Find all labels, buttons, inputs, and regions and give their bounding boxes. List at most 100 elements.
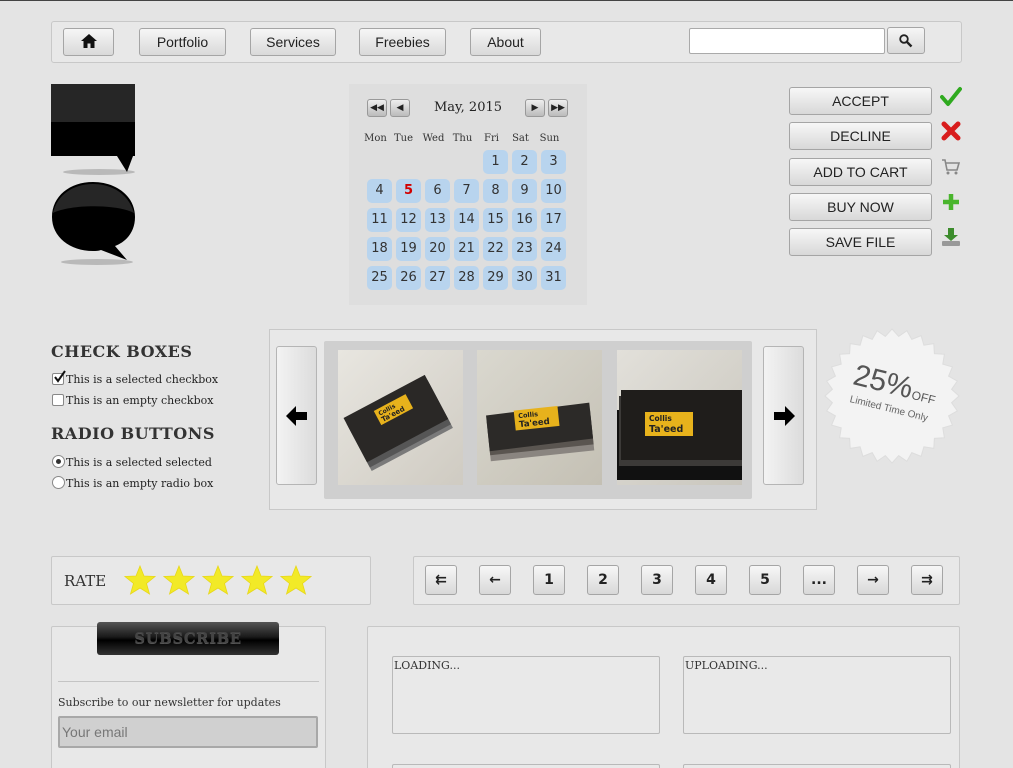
calendar-day[interactable]: 9	[512, 179, 537, 203]
loading-box-secondary	[392, 764, 660, 768]
calendar-day[interactable]: 4	[367, 179, 392, 203]
checkbox-empty-row[interactable]: This is an empty checkbox	[52, 394, 213, 407]
calendar-day[interactable]: 11	[367, 208, 392, 232]
radio-selected[interactable]	[52, 455, 65, 468]
page-4-button[interactable]: 4	[695, 565, 727, 595]
calendar-weekday: Wed	[422, 133, 445, 144]
slide-image-1[interactable]: Collis Ta'eed	[338, 350, 463, 485]
home-button[interactable]	[63, 28, 114, 56]
subscribe-description: Subscribe to our newsletter for updates	[58, 696, 281, 709]
star-icon[interactable]	[241, 564, 273, 596]
nav-freebies[interactable]: Freebies	[359, 28, 446, 56]
calendar-day[interactable]: 10	[541, 179, 566, 203]
calendar-weekday: Thu	[452, 133, 473, 144]
next-page-button[interactable]: →	[857, 565, 889, 595]
calendar-day[interactable]: 18	[367, 237, 392, 261]
prev-month-icon: ◀	[396, 103, 404, 113]
nav-about[interactable]: About	[470, 28, 541, 56]
calendar-day[interactable]: 19	[396, 237, 421, 261]
checkbox-checked[interactable]	[52, 370, 66, 385]
cross-icon	[941, 121, 961, 141]
page-2-button[interactable]: 2	[587, 565, 619, 595]
cart-icon	[942, 159, 961, 175]
slider-prev-button[interactable]	[276, 346, 317, 485]
calendar-month-title: May, 2015	[433, 100, 503, 115]
next-month-button[interactable]: ▶	[525, 99, 545, 117]
checkbox-selected-row[interactable]: This is a selected checkbox	[52, 370, 219, 386]
calendar-day[interactable]: 27	[425, 266, 450, 290]
calendar-day[interactable]: 25	[367, 266, 392, 290]
page-5-button[interactable]: 5	[749, 565, 781, 595]
star-icon[interactable]	[163, 564, 195, 596]
checkbox-selected-label: This is a selected checkbox	[66, 373, 219, 386]
calendar-day[interactable]: 3	[541, 150, 566, 174]
checkbox-unchecked[interactable]	[52, 394, 64, 406]
buy-now-button[interactable]: BUY NOW	[789, 193, 932, 221]
radio-selected-row[interactable]: This is a selected selected	[52, 455, 212, 469]
discount-badge: 25% OFF Limited Time Only	[824, 328, 960, 464]
prev-year-button[interactable]: ◀◀	[367, 99, 387, 117]
page-1-button[interactable]: 1	[533, 565, 565, 595]
calendar-day[interactable]: 12	[396, 208, 421, 232]
subscribe-button[interactable]: SUBSCRIBE	[97, 622, 279, 655]
calendar-day[interactable]: 8	[483, 179, 508, 203]
calendar-day[interactable]: 30	[512, 266, 537, 290]
search-button[interactable]	[887, 27, 925, 54]
last-page-button[interactable]: ⇉	[911, 565, 943, 595]
email-field[interactable]: Your email	[58, 716, 318, 748]
calendar-day[interactable]: 29	[483, 266, 508, 290]
checkmark-icon	[54, 370, 66, 383]
window-top-border	[0, 0, 1013, 1]
calendar-weekday: Mon	[364, 133, 387, 144]
calendar-day[interactable]: 16	[512, 208, 537, 232]
nav-services[interactable]: Services	[250, 28, 336, 56]
calendar-day[interactable]: 5	[396, 179, 421, 203]
slide-image-2[interactable]: Collis Ta'eed	[477, 350, 602, 485]
page-3-button[interactable]: 3	[641, 565, 673, 595]
search-icon	[899, 34, 913, 48]
calendar-day[interactable]: 13	[425, 208, 450, 232]
calendar-day[interactable]: 22	[483, 237, 508, 261]
prev-page-button[interactable]: ←	[479, 565, 511, 595]
star-icon[interactable]	[124, 564, 156, 596]
calendar-day[interactable]: 15	[483, 208, 508, 232]
calendar-day[interactable]: 21	[454, 237, 479, 261]
slide-image-3[interactable]: Collis Ta'eed	[617, 350, 742, 485]
prev-month-button[interactable]: ◀	[390, 99, 410, 117]
next-month-icon: ▶	[531, 103, 539, 113]
checkbox-empty-label: This is an empty checkbox	[66, 394, 214, 407]
plus-icon	[943, 194, 959, 210]
calendar-day[interactable]: 7	[454, 179, 479, 203]
calendar-day[interactable]: 28	[454, 266, 479, 290]
subscribe-panel: SUBSCRIBE Subscribe to our newsletter fo…	[51, 622, 326, 768]
page-ellipsis-button[interactable]: ...	[803, 565, 835, 595]
calendar-day[interactable]: 1	[483, 150, 508, 174]
accept-button[interactable]: ACCEPT	[789, 87, 932, 115]
next-year-button[interactable]: ▶▶	[548, 99, 568, 117]
calendar-day[interactable]: 17	[541, 208, 566, 232]
slider-next-button[interactable]	[763, 346, 804, 485]
calendar-day[interactable]: 20	[425, 237, 450, 261]
add-to-cart-button[interactable]: ADD TO CART	[789, 158, 932, 186]
download-icon	[942, 228, 960, 246]
progress-panel: LOADING... UPLOADING...	[367, 626, 960, 768]
calendar-day[interactable]: 14	[454, 208, 479, 232]
star-icon[interactable]	[202, 564, 234, 596]
decline-button[interactable]: DECLINE	[789, 122, 932, 150]
search-input[interactable]	[689, 28, 885, 54]
calendar-day[interactable]: 24	[541, 237, 566, 261]
next-year-icon: ▶▶	[551, 103, 565, 113]
radio-empty-row[interactable]: This is an empty radio box	[52, 476, 213, 490]
first-page-button[interactable]: ⇇	[425, 565, 457, 595]
calendar-day[interactable]: 26	[396, 266, 421, 290]
star-icon[interactable]	[280, 564, 312, 596]
prev-year-icon: ◀◀	[370, 103, 384, 113]
checkboxes-heading: CHECK BOXES	[51, 342, 193, 361]
radio-empty[interactable]	[52, 476, 65, 489]
calendar-day[interactable]: 31	[541, 266, 566, 290]
calendar-day[interactable]: 2	[512, 150, 537, 174]
nav-portfolio[interactable]: Portfolio	[139, 28, 226, 56]
save-file-button[interactable]: SAVE FILE	[789, 228, 932, 256]
calendar-day[interactable]: 6	[425, 179, 450, 203]
calendar-day[interactable]: 23	[512, 237, 537, 261]
